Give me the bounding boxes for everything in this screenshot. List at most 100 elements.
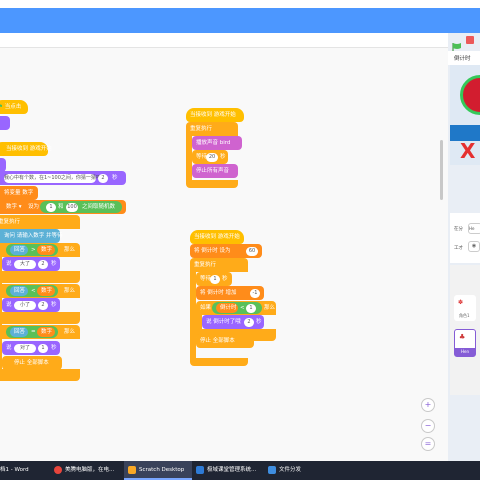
sprite-x-label: 在分 xyxy=(454,227,463,232)
var-reporter-3[interactable]: 数字 xyxy=(37,327,55,337)
taskbar-word[interactable]: 档1 - Word xyxy=(0,461,44,480)
zoom-in-button[interactable]: + xyxy=(421,398,435,412)
set-countdown-block[interactable]: 将 倒计时 设为 60 xyxy=(190,244,262,258)
taskbar-share[interactable]: 文件分发 xyxy=(268,461,318,480)
ask-label: 询问 请输入数字 并等待 xyxy=(4,233,63,239)
stage-green-disc xyxy=(460,75,480,115)
random-label: 之间取随机数 xyxy=(82,204,116,210)
stop-all-label-right: 停止 全部脚本 xyxy=(200,338,235,344)
right-cond-val[interactable]: 1 xyxy=(246,303,256,313)
mid-hat-label: 当接收到 游戏开始 xyxy=(190,112,236,118)
sprite-thumb-selected-name: Hen xyxy=(461,349,470,354)
when-flag-label: 当点击 xyxy=(4,104,22,110)
var-reporter-1[interactable]: 数字 xyxy=(37,245,55,255)
say-right-secs[interactable]: 1 xyxy=(38,343,48,353)
taskbar-scratch[interactable]: Scratch Desktop xyxy=(124,461,192,480)
right-hat-label: 当接收到 游戏开始 xyxy=(194,234,240,240)
left-looks-block-b[interactable] xyxy=(0,158,6,172)
compare-block-1[interactable]: 回答 > 数字 xyxy=(6,244,58,256)
say-big-text[interactable]: 大了 xyxy=(14,259,36,269)
say-timeup-secs[interactable]: 2 xyxy=(244,317,254,327)
change-countdown-label: 将 倒计时 增加 xyxy=(200,290,237,296)
play-sound-block[interactable]: 播放声音 bird xyxy=(192,136,242,150)
stop-sounds-block[interactable]: 停止所有声音 xyxy=(192,164,238,178)
zoom-out-button[interactable]: − xyxy=(421,419,435,433)
zoom-reset-button[interactable]: = xyxy=(421,437,435,451)
compare-block-2[interactable]: 回答 < 数字 xyxy=(6,285,58,297)
classroom-icon xyxy=(196,465,204,474)
answer-reporter-1[interactable]: 回答 xyxy=(10,245,28,255)
workspace-scrollbar[interactable] xyxy=(440,140,443,200)
change-countdown-block[interactable]: 将 倒计时 增加 -1 xyxy=(196,286,264,300)
say-big-secs[interactable]: 2 xyxy=(38,259,48,269)
set-countdown-value[interactable]: 60 xyxy=(246,246,258,256)
taskbar-chrome[interactable]: 美腾电脑版，在电... xyxy=(54,461,120,480)
stop-all-block-left[interactable]: 停止 全部脚本 xyxy=(2,356,62,370)
word-label: 档1 - Word xyxy=(0,467,29,473)
menu-bar xyxy=(0,0,480,33)
sprite-thumb-selected-image: ♣ xyxy=(459,333,466,341)
say-intro-block[interactable]: 我心中有个数，在1~100之间，你猜一猜吧 2 秒 xyxy=(0,171,126,185)
left-broadcast-hat-block[interactable]: 当接收到 游戏开始 xyxy=(0,142,52,156)
compare-eq-3: = xyxy=(31,329,36,335)
eye-icon[interactable]: ◉ xyxy=(468,241,480,252)
set-random-var: 数字 ▾ xyxy=(6,204,22,210)
say-small-block[interactable]: 说 小了 2 秒 xyxy=(2,298,60,312)
mid-wait-block[interactable]: 等待 20 秒 xyxy=(192,150,228,164)
var-reporter-2[interactable]: 数字 xyxy=(37,286,55,296)
right-wait-unit: 秒 xyxy=(222,276,228,282)
right-broadcast-hat-block[interactable]: 当接收到 游戏开始 xyxy=(190,230,244,244)
when-flag-clicked-block[interactable]: ⚑ 当点击 xyxy=(0,100,28,114)
scratch-icon xyxy=(128,465,136,474)
sprite-name-input[interactable]: He xyxy=(468,223,480,234)
say-right-block[interactable]: 说 对了 1 秒 xyxy=(2,341,60,355)
right-wait-secs[interactable]: 1 xyxy=(210,274,220,284)
right-cond-var[interactable]: 倒计时 xyxy=(216,303,238,313)
say-intro-secs[interactable]: 2 xyxy=(98,173,108,183)
random-and: 和 xyxy=(58,204,64,210)
ask-block[interactable]: 询问 请输入数字 并等待 xyxy=(0,229,63,243)
say-timeup-block[interactable]: 说 倒计时了哦 2 秒 xyxy=(202,315,264,329)
stage-canvas[interactable]: X xyxy=(450,65,480,165)
left-forever-label: 重复执行 xyxy=(0,219,21,225)
set-variable-block-1[interactable]: 将变量 数字 xyxy=(0,186,38,200)
scratch-label: Scratch Desktop xyxy=(139,467,185,473)
change-countdown-value[interactable]: -1 xyxy=(250,288,260,298)
compare-block-3[interactable]: 回答 = 数字 xyxy=(6,326,58,338)
sprite-thumb-1[interactable]: ✽ 角色1 xyxy=(454,295,476,321)
share-icon xyxy=(268,465,276,474)
random-from[interactable]: 1 xyxy=(46,202,56,212)
say-big-block[interactable]: 说 大了 2 秒 xyxy=(2,257,60,271)
chrome-icon xyxy=(54,465,62,474)
chrome-label: 美腾电脑版，在电... xyxy=(65,467,115,473)
say-right-unit: 秒 xyxy=(51,345,57,351)
green-flag-icon[interactable] xyxy=(452,36,462,51)
left-looks-block-a[interactable] xyxy=(0,116,10,130)
mid-forever-label: 重复执行 xyxy=(190,126,213,132)
say-small-text[interactable]: 小了 xyxy=(14,300,36,310)
random-operator-block[interactable]: 1 和 100 之间取随机数 xyxy=(40,201,122,213)
random-to[interactable]: 100 xyxy=(66,202,78,212)
say-timeup-unit: 秒 xyxy=(256,319,262,325)
answer-reporter-3[interactable]: 回答 xyxy=(10,327,28,337)
right-if-label: 如果 xyxy=(200,305,212,311)
answer-reporter-2[interactable]: 回答 xyxy=(10,286,28,296)
taskbar-classroom[interactable]: 极域课堂管理系统... xyxy=(196,461,262,480)
mid-broadcast-hat-block[interactable]: 当接收到 游戏开始 xyxy=(186,108,244,122)
play-sound-label: 播放声音 bird xyxy=(196,140,231,146)
say-small-secs[interactable]: 2 xyxy=(38,300,48,310)
right-compare-block[interactable]: 倒计时 < 1 xyxy=(212,302,262,314)
sprite-thumb-selected[interactable]: ♣ Hen xyxy=(454,329,476,357)
sprite-thumb-label: 角色1 xyxy=(459,313,470,318)
right-wait-block[interactable]: 等待 1 秒 xyxy=(196,272,232,286)
say-right-text[interactable]: 对了 xyxy=(14,343,36,353)
mid-wait-secs[interactable]: 20 xyxy=(206,152,218,162)
stop-icon[interactable] xyxy=(466,36,474,44)
compare-lt-2: < xyxy=(31,288,36,294)
stop-all-block-right[interactable]: 停止 全部脚本 xyxy=(196,334,254,348)
share-label: 文件分发 xyxy=(279,467,302,473)
say-intro-text[interactable]: 我心中有个数，在1~100之间，你猜一猜吧 xyxy=(4,173,101,183)
set-random-block[interactable]: 数字 ▾ 设为 1 和 100 之间取随机数 xyxy=(0,200,126,214)
mid-wait-unit: 秒 xyxy=(220,154,226,160)
say-intro-secs-unit: 秒 xyxy=(112,175,118,181)
